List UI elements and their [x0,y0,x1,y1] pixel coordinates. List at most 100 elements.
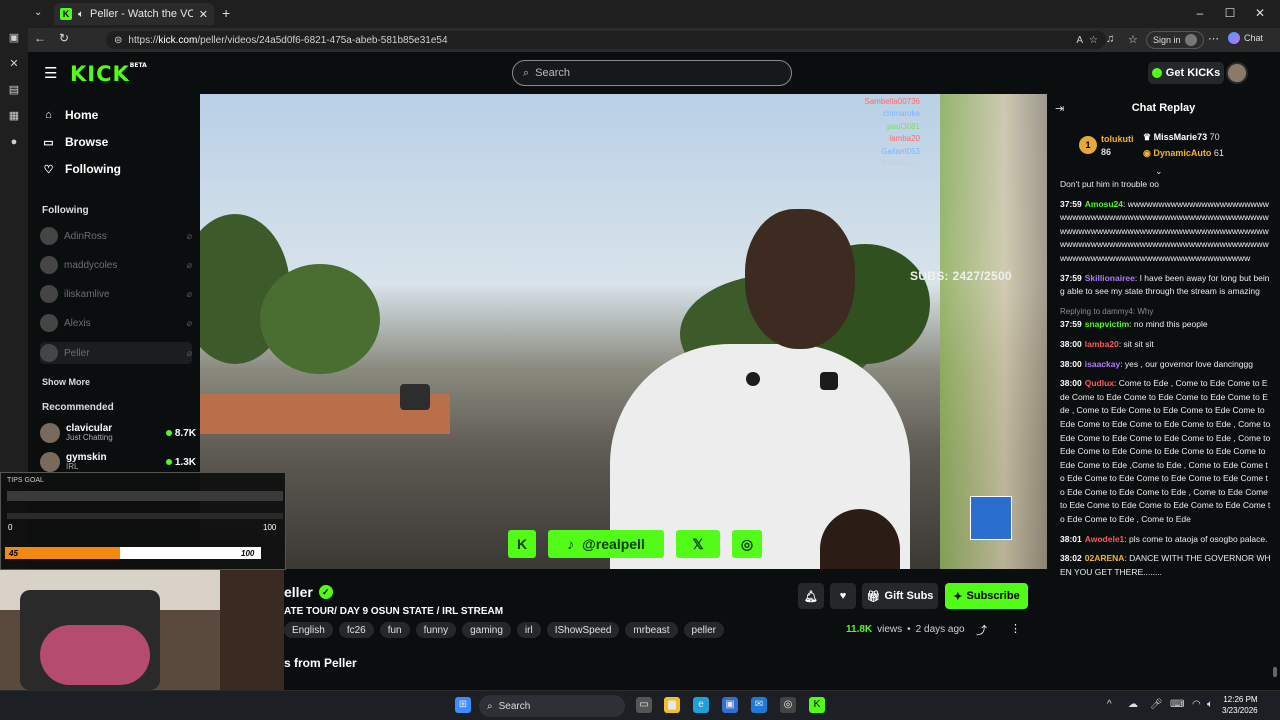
tab-actions-icon[interactable]: ▣ [8,32,20,44]
tray-app-icon[interactable]: ☁ [1128,699,1138,710]
tag[interactable]: English [284,622,333,638]
site-info-icon[interactable]: ⊜ [114,35,122,46]
verified-icon: ✓ [318,585,333,599]
subscribe-button[interactable]: ✦ Subscribe [945,583,1028,609]
video-player[interactable]: Sambella00736 chimaroke paul3081 lamba20 Gal… [200,94,1047,569]
follow-heart-button[interactable]: ♥ [830,583,856,609]
channel-name[interactable]: eller ✓ [284,584,333,600]
instagram-icon: ◎ [732,530,762,558]
copilot-button[interactable]: Chat [1228,32,1263,44]
nav-browse[interactable]: ▭ Browse [42,135,108,149]
maximize-icon[interactable]: ☐ [1220,6,1240,20]
tag[interactable]: funny [415,622,457,638]
extensions-icon[interactable]: ♫ [1106,33,1114,45]
keyboard-icon[interactable]: ⌨ [1170,699,1184,710]
following-item-active[interactable]: Peller ⌀ [40,342,192,364]
show-more-link[interactable]: Show More [42,377,90,387]
close-window-icon[interactable]: ✕ [1250,6,1270,20]
tag[interactable]: mrbeast [625,622,678,638]
overlay-chat: Sambella00736 chimaroke paul3081 lamba20 Gal… [850,96,1040,170]
outlook-icon[interactable]: ✉ [751,697,767,713]
search-input[interactable]: ⌕ Search [512,60,792,86]
start-icon[interactable]: ⊞ [455,697,471,713]
hamburger-menu-icon[interactable]: ☰ [44,64,57,82]
chat-username[interactable]: Skillionairee [1085,273,1135,283]
microphone-icon[interactable]: 🎤︎ [1150,699,1163,710]
collections-icon[interactable]: ▦ [8,110,20,122]
nav-following[interactable]: ♡ Following [42,162,121,176]
back-icon[interactable]: ← [34,31,46,45]
store-icon[interactable]: ▣ [722,697,738,713]
chat-username[interactable]: isaackay [1085,359,1120,369]
video-stats: 11.8K views • 2 days ago [846,624,965,635]
following-item[interactable]: maddycoles ⌀ [40,254,192,276]
system-clock[interactable]: 12:26 PM 3/23/2026 [1222,694,1258,716]
tips-progress-fill [5,547,121,559]
shopping-icon[interactable]: ▤ [8,84,20,96]
chat-message: 37:59 Amosu24: wwwwwwwwwwwwwwwwwwwwwwwwww… [1060,198,1272,266]
video-age: 2 days ago [915,624,965,635]
gift-subs-button[interactable]: 🎁︎ Gift Subs [862,583,938,609]
xbox-icon[interactable]: ◎ [780,697,796,713]
tray-overflow-icon[interactable]: ^ [1107,699,1112,710]
tools-icon[interactable]: ✕ [8,58,20,70]
media-icon[interactable]: ● [8,136,20,148]
chat-title: Chat Replay [1131,102,1196,114]
chat-username[interactable]: 02ARENA [1085,553,1125,563]
wifi-icon[interactable]: ◠ [1192,699,1201,710]
url-field[interactable]: ⊜ https://kick.com/peller/videos/24a5d0f… [106,31,1106,49]
tab-list-icon[interactable]: ⌄ [34,7,42,18]
crown-icon: ♛ [1143,132,1152,142]
tag[interactable]: fun [379,622,410,638]
tag[interactable]: peller [683,622,724,638]
chat-timestamp: 38:00 [1060,378,1082,389]
tag[interactable]: IShowSpeed [546,622,620,638]
minimize-icon[interactable]: – [1190,6,1210,20]
leaderboard-third: ◉ DynamicAuto 61 [1143,148,1224,158]
views-count: 11.8K [846,624,873,635]
url-host: kick.com [158,34,198,46]
chat-username[interactable]: Qudlux [1085,378,1114,388]
new-tab-icon[interactable]: + [222,5,230,21]
chat-text: : Come to Ede , Come to Ede Come to Ede … [1060,378,1271,525]
tag[interactable]: irl [516,622,541,638]
notification-bell-button[interactable]: 🔔︎ [798,583,824,609]
edge-icon[interactable]: e [693,697,709,713]
more-options-icon[interactable]: ⋮ [1010,622,1021,635]
share-icon[interactable]: ⤴ [976,622,987,638]
tag[interactable]: gaming [462,622,511,638]
nav-home[interactable]: ⌂ Home [42,108,98,122]
volume-icon[interactable]: 🔈︎ [1207,699,1213,710]
active-tab[interactable]: K 🔈︎ Peller - Watch the VOD on Kick ✕ [54,3,214,25]
site-header: ☰ KICKBETA ⌕ Search Get KICKs [28,52,1280,94]
refresh-icon[interactable]: ↻ [59,31,69,45]
chat-username[interactable]: lamba20 [1085,339,1119,349]
expand-leaderboard-icon[interactable]: ⌄ [1155,166,1163,177]
more-menu-icon[interactable]: ⋯ [1208,32,1219,45]
chat-username[interactable]: Amosu24 [1085,199,1123,209]
file-explorer-icon[interactable]: ▆ [664,697,680,713]
webcam-clothes [40,625,150,685]
chat-username[interactable]: snapvictim [1085,319,1129,329]
sign-in-button[interactable]: Sign in [1146,31,1204,49]
following-item[interactable]: iliskamlive ⌀ [40,283,192,305]
recommended-item[interactable]: clavicular Just Chatting 8.7K [40,419,196,447]
following-item[interactable]: Alexis ⌀ [40,312,192,334]
read-aloud-icon[interactable]: A [1076,35,1083,46]
favorites-icon[interactable]: ☆ [1128,33,1138,46]
user-avatar[interactable] [1226,62,1248,84]
tips-goal-overlay: TIPS GOAL 0 100 45 100 [0,472,286,570]
get-kicks-button[interactable]: Get KICKs [1148,62,1224,84]
chat-scrollbar[interactable] [1273,667,1277,677]
taskbar-search[interactable]: ⌕ Search [479,695,625,717]
audio-icon[interactable]: 🔈︎ [78,9,84,20]
following-item[interactable]: AdinRoss ⌀ [40,225,192,247]
subs-overlay: SUBS: 2427/2500 [910,269,1012,283]
task-view-icon[interactable]: ▭ [636,697,652,713]
kick-logo[interactable]: KICKBETA [70,62,147,86]
chat-username[interactable]: Awodele1 [1085,534,1125,544]
tag[interactable]: fc26 [338,622,374,638]
tab-close-icon[interactable]: ✕ [199,8,208,21]
favorite-star-icon[interactable]: ☆ [1089,35,1098,46]
kick-app-icon[interactable]: K [809,697,825,713]
